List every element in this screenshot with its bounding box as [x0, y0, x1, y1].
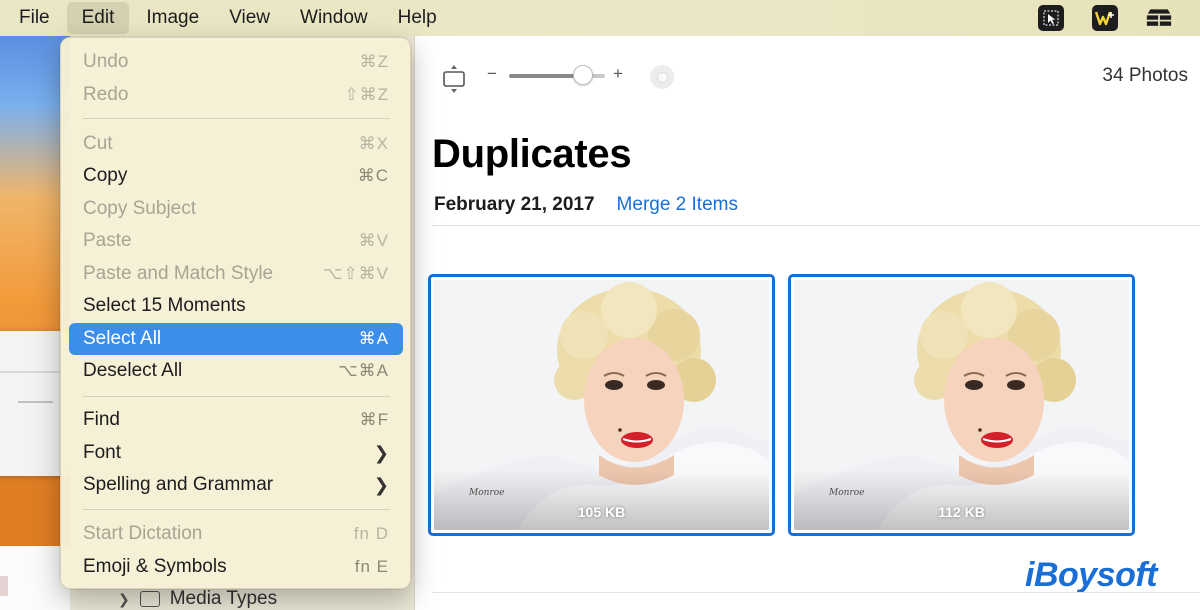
- menu-bar: File Edit Image View Window Help: [0, 0, 1200, 36]
- zoom-out-button[interactable]: −: [487, 64, 497, 84]
- menu-item-label: Copy Subject: [83, 198, 197, 219]
- chevron-right-icon: ❯: [373, 474, 389, 495]
- edit-menu-dropdown: Undo ⌘Z Redo ⇧⌘Z Cut ⌘X Copy ⌘C Copy Subject Past…: [60, 37, 411, 589]
- menu-item-label: Select 15 Moments: [83, 295, 246, 316]
- pointer-app-icon[interactable]: [1038, 5, 1064, 31]
- menu-item-shortcut: ⌘Z: [359, 52, 389, 71]
- menu-item-shortcut: ⇧⌘Z: [344, 85, 389, 104]
- menu-item-label: Font: [83, 442, 122, 463]
- info-circle-icon[interactable]: [650, 65, 674, 89]
- menu-file[interactable]: File: [0, 0, 65, 36]
- sidebar-item-label: Media Types: [169, 588, 278, 609]
- photos-main-view: − + 34 Photos Duplicates February 21, 20…: [415, 36, 1200, 610]
- menu-separator: [83, 118, 390, 119]
- menu-item-shortcut: ⌥⇧⌘V: [322, 264, 389, 283]
- menu-item-copy[interactable]: Copy ⌘C: [69, 160, 403, 192]
- menu-window[interactable]: Window: [285, 0, 383, 36]
- menu-item-undo: Undo ⌘Z: [69, 46, 403, 78]
- menu-item-shortcut: fn D: [353, 524, 389, 543]
- folder-icon: [139, 591, 160, 607]
- photo-size: 112 KB: [938, 504, 985, 520]
- menu-item-shortcut: ⌘X: [358, 134, 389, 153]
- menu-item-spelling-and-grammar[interactable]: Spelling and Grammar ❯: [69, 469, 403, 501]
- wps-icon[interactable]: [1092, 5, 1118, 31]
- zoom-in-button[interactable]: +: [613, 64, 623, 84]
- menu-image[interactable]: Image: [131, 0, 214, 36]
- menu-item-shortcut: fn E: [354, 557, 389, 576]
- menu-item-shortcut: ⌘V: [358, 231, 389, 250]
- page-title: Duplicates: [432, 132, 632, 176]
- menu-item-label: Redo: [83, 84, 129, 105]
- divider: [432, 225, 1200, 226]
- menu-item-label: Emoji & Symbols: [83, 556, 227, 577]
- menu-item-shortcut: ⌘A: [358, 329, 389, 348]
- toolbar: − + 34 Photos: [415, 56, 1200, 96]
- sidebar-toggle-icon[interactable]: [439, 64, 469, 94]
- menu-item-label: Copy: [83, 165, 128, 186]
- chevron-right-icon[interactable]: ❯: [118, 591, 130, 608]
- menu-item-copy-subject: Copy Subject: [69, 193, 403, 225]
- menu-item-select-all[interactable]: Select All ⌘A: [69, 323, 403, 355]
- menu-separator: [83, 396, 390, 397]
- menu-item-start-dictation: Start Dictation fn D: [69, 518, 403, 550]
- menu-item-shortcut: ⌥⌘A: [338, 361, 389, 380]
- menu-item-paste: Paste ⌘V: [69, 225, 403, 257]
- photo-count: 34 Photos: [1102, 65, 1188, 86]
- menu-item-emoji-symbols[interactable]: Emoji & Symbols fn E: [69, 551, 403, 583]
- menu-item-label: Spelling and Grammar: [83, 474, 274, 495]
- menu-item-shortcut: ⌘F: [359, 410, 389, 429]
- menu-bar-tray: [1038, 0, 1200, 36]
- merge-items-link[interactable]: Merge 2 Items: [617, 194, 738, 216]
- sidebar-item-media-types[interactable]: ❯ Media Types: [118, 588, 277, 610]
- menu-item-label: Cut: [83, 133, 113, 154]
- menu-item-label: Start Dictation: [83, 523, 203, 544]
- photo-image: Monroe 105 KB: [434, 280, 769, 530]
- menu-item-paste-and-match-style: Paste and Match Style ⌥⇧⌘V: [69, 258, 403, 290]
- photo-image: Monroe 112 KB: [794, 280, 1129, 530]
- menu-item-deselect-all[interactable]: Deselect All ⌥⌘A: [69, 355, 403, 387]
- zoom-slider-thumb[interactable]: [573, 65, 593, 85]
- duplicate-group-header: February 21, 2017 Merge 2 Items: [434, 194, 738, 216]
- menu-item-label: Select All: [83, 328, 162, 349]
- menu-item-select-15-moments[interactable]: Select 15 Moments: [69, 290, 403, 322]
- menu-item-label: Paste and Match Style: [83, 263, 274, 284]
- group-date: February 21, 2017: [434, 194, 595, 215]
- menu-item-find[interactable]: Find ⌘F: [69, 404, 403, 436]
- menu-item-label: Deselect All: [83, 360, 183, 381]
- menu-help[interactable]: Help: [383, 0, 452, 36]
- chevron-right-icon: ❯: [373, 442, 389, 463]
- menu-separator: [83, 509, 390, 510]
- menu-item-label: Undo: [83, 51, 129, 72]
- menu-item-label: Find: [83, 409, 120, 430]
- menu-view[interactable]: View: [214, 0, 285, 36]
- watermark-logo: iBoysoft: [1025, 556, 1158, 594]
- menu-item-cut: Cut ⌘X: [69, 128, 403, 160]
- photo-thumbnail[interactable]: Monroe 112 KB: [788, 274, 1135, 536]
- photo-thumbnail[interactable]: Monroe 105 KB: [428, 274, 775, 536]
- menu-item-label: Paste: [83, 230, 132, 251]
- thumbnail-gradient: [434, 470, 769, 530]
- menu-item-shortcut: ⌘C: [357, 166, 389, 185]
- thumbnail-gradient: [794, 470, 1129, 530]
- zoom-slider-fill: [509, 74, 581, 78]
- photo-size: 105 KB: [577, 504, 626, 520]
- stack-icon[interactable]: [1146, 5, 1172, 31]
- menu-item-font[interactable]: Font ❯: [69, 437, 403, 469]
- menu-edit[interactable]: Edit: [66, 2, 130, 34]
- menu-item-redo: Redo ⇧⌘Z: [69, 79, 403, 111]
- divider: [432, 592, 1200, 593]
